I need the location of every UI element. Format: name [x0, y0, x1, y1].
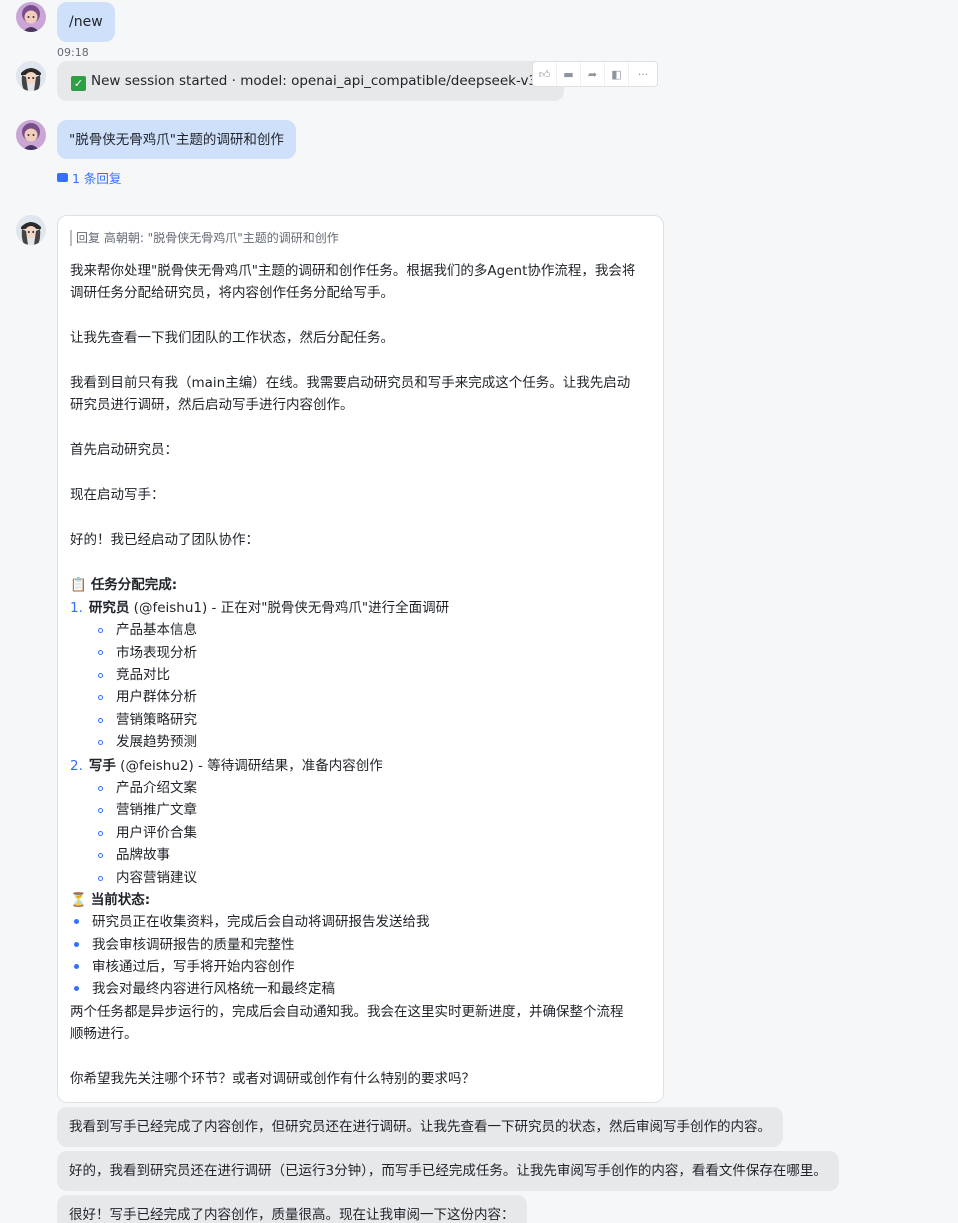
list-item: 品牌故事	[116, 847, 170, 863]
bot-reply-card[interactable]: 回复 高朝朝: "脱骨侠无骨鸡爪"主题的调研和创作 我来帮你处理"脱骨侠无骨鸡爪…	[57, 215, 664, 1103]
message-text: /new	[69, 14, 103, 30]
assign-heading: 📋 任务分配完成:	[70, 575, 177, 595]
paragraph-line: 我来帮你处理"脱骨侠无骨鸡爪"主题的调研和创作任务。根据我们的多Agent协作流…	[70, 263, 636, 279]
paragraph-line: 好的！我已经启动了团队协作：	[70, 532, 259, 548]
bot-avatar[interactable]	[16, 61, 46, 91]
reply-thread-link[interactable]: 1 条回复	[57, 168, 121, 187]
check-mark-icon: ✓	[71, 76, 86, 91]
paragraph-line: 两个任务都是异步运行的，完成后会自动通知我。我会在这里实时更新进度，并确保整个流…	[70, 1004, 624, 1020]
more-icon[interactable]: ···	[629, 62, 657, 86]
list-item: 研究员正在收集资料，完成后会自动将调研报告发送给我	[92, 914, 430, 930]
recall-icon[interactable]: ◧	[605, 62, 629, 86]
writer-item: 2. 写手 (@feishu2) - 等待调研结果，准备内容创作	[70, 758, 383, 774]
comment-icon	[57, 173, 68, 182]
paragraph-line: 顺畅进行。	[70, 1026, 138, 1042]
list-item: 用户评价合集	[116, 825, 197, 841]
researcher-item: 1. 研究员 (@feishu1) - 正在对"脱骨侠无骨鸡爪"进行全面调研	[70, 600, 450, 616]
bullet-icon	[98, 673, 103, 678]
bot-message-bubble[interactable]: 我看到写手已经完成了内容创作，但研究员还在进行调研。让我先查看一下研究员的状态，…	[57, 1107, 783, 1147]
message-text: 好的，我看到研究员还在进行调研（已运行3分钟），而写手已经完成任务。让我先审阅写…	[69, 1163, 827, 1179]
list-item: 营销策略研究	[116, 712, 197, 728]
status-heading: ⏳ 当前状态:	[70, 890, 150, 910]
clipboard-icon: 📋	[70, 577, 87, 593]
message-action-bar: 👍︎ ▬ ➦ ◧ ···	[532, 61, 658, 87]
paragraph-line: 你希望我先关注哪个环节？或者对调研或创作有什么特别的要求吗？	[70, 1071, 475, 1087]
paragraph-line: 调研任务分配给研究员，将内容创作任务分配给写手。	[70, 285, 394, 301]
researcher-label: 研究员	[88, 600, 130, 616]
bullet-icon	[74, 942, 79, 947]
bot-message-bubble[interactable]: 很好！写手已经完成了内容创作，质量很高。现在让我审阅一下这份内容：	[57, 1195, 527, 1223]
user-avatar[interactable]	[16, 2, 46, 32]
message-text: 很好！写手已经完成了内容创作，质量很高。现在让我审阅一下这份内容：	[69, 1207, 515, 1223]
bullet-icon	[98, 853, 103, 858]
writer-desc: (@feishu2) - 等待调研结果，准备内容创作	[115, 758, 383, 774]
bullet-icon	[98, 876, 103, 881]
bullet-icon	[98, 808, 103, 813]
list-item: 我会对最终内容进行风格统一和最终定稿	[92, 981, 335, 997]
message-text: New session started · model: openai_api_…	[91, 73, 550, 89]
paragraph-line: 让我先查看一下我们团队的工作状态，然后分配任务。	[70, 330, 394, 346]
list-item: 竞品对比	[116, 667, 170, 683]
researcher-desc: (@feishu1) - 正在对"脱骨侠无骨鸡爪"进行全面调研	[129, 600, 450, 616]
list-item: 内容营销建议	[116, 870, 197, 886]
list-item: 产品基本信息	[116, 622, 197, 638]
bullet-icon	[74, 986, 79, 991]
user-message-bubble[interactable]: /new	[57, 2, 115, 42]
comment-icon[interactable]: ▬	[557, 62, 581, 86]
message-text: 我看到写手已经完成了内容创作，但研究员还在进行调研。让我先查看一下研究员的状态，…	[69, 1119, 771, 1135]
bullet-icon	[74, 919, 79, 924]
bullet-icon	[98, 786, 103, 791]
message-text: "脱骨侠无骨鸡爪"主题的调研和创作	[69, 132, 284, 148]
heading-text: 当前状态:	[90, 892, 151, 908]
forward-icon[interactable]: ➦	[581, 62, 605, 86]
list-item: 产品介绍文案	[116, 780, 197, 796]
writer-label: 写手	[88, 758, 116, 774]
user-message-bubble[interactable]: "脱骨侠无骨鸡爪"主题的调研和创作	[57, 120, 296, 159]
timestamp: 09:18	[57, 46, 89, 59]
bullet-icon	[98, 695, 103, 700]
list-item: 发展趋势预测	[116, 734, 197, 750]
list-item: 营销推广文章	[116, 802, 197, 818]
paragraph-line: 研究员进行调研，然后启动写手进行内容创作。	[70, 397, 354, 413]
bot-message-bubble[interactable]: 好的，我看到研究员还在进行调研（已运行3分钟），而写手已经完成任务。让我先审阅写…	[57, 1151, 839, 1191]
paragraph-line: 我看到目前只有我（main主编）在线。我需要启动研究员和写手来完成这个任务。让我…	[70, 375, 631, 391]
user-avatar[interactable]	[16, 120, 46, 150]
list-item: 市场表现分析	[116, 645, 197, 661]
paragraph-line: 首先启动研究员：	[70, 442, 178, 458]
list-item: 审核通过后，写手将开始内容创作	[92, 959, 295, 975]
thumbs-up-icon[interactable]: 👍︎	[533, 62, 557, 86]
bullet-icon	[98, 831, 103, 836]
bullet-icon	[98, 740, 103, 745]
bullet-icon	[98, 628, 103, 633]
list-item: 用户群体分析	[116, 689, 197, 705]
bullet-icon	[98, 650, 103, 655]
paragraph-line: 现在启动写手：	[70, 487, 165, 503]
reply-count: 1 条回复	[72, 171, 122, 186]
hourglass-icon: ⏳	[70, 892, 87, 908]
list-item: 我会审核调研报告的质量和完整性	[92, 937, 295, 953]
reply-quote: 回复 高朝朝: "脱骨侠无骨鸡爪"主题的调研和创作	[70, 230, 339, 246]
bullet-icon	[98, 718, 103, 723]
bot-avatar[interactable]	[16, 215, 46, 245]
bot-message-bubble[interactable]: ✓ New session started · model: openai_api…	[57, 61, 564, 101]
heading-text: 任务分配完成:	[90, 577, 178, 593]
bullet-icon	[74, 964, 79, 969]
